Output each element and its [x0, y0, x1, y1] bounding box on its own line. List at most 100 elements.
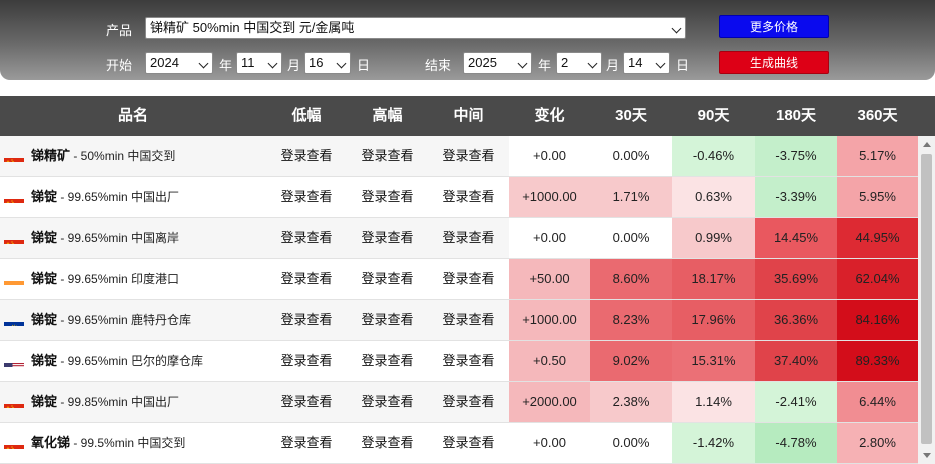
product-name-cell[interactable]: 氧化锑 - 99.5%min 中国交到	[0, 423, 262, 463]
header-360d: 360天	[857, 107, 898, 124]
product-spec: - 99.5%min 中国交到	[70, 436, 186, 450]
product-spec: - 99.85%min 中国出厂	[57, 395, 180, 409]
login-to-view-link[interactable]: 登录查看	[266, 300, 347, 340]
login-to-view-link[interactable]: 登录查看	[347, 300, 428, 340]
us-flag-icon	[4, 353, 24, 367]
china-flag-icon	[4, 435, 24, 449]
product-name: 锑精矿	[31, 148, 71, 163]
login-to-view-link[interactable]: 登录查看	[266, 218, 347, 258]
pct-180d-value: -4.78%	[755, 423, 837, 463]
pct-360d-value: 62.04%	[837, 259, 918, 299]
login-to-view-link[interactable]: 登录查看	[428, 218, 509, 258]
login-to-view-link[interactable]: 登录查看	[347, 341, 428, 381]
login-to-view-link[interactable]: 登录查看	[347, 177, 428, 217]
pct-90d-value: 15.31%	[672, 341, 755, 381]
pct-360d-value: 84.16%	[837, 300, 918, 340]
product-select[interactable]: 锑精矿 50%min 中国交到 元/金属吨	[145, 17, 686, 39]
product-name: 锑锭	[31, 353, 58, 368]
product-name: 锑锭	[31, 189, 58, 204]
product-name-cell[interactable]: 锑锭 - 99.65%min 中国出厂	[0, 177, 262, 217]
change-value: +0.50	[509, 341, 590, 381]
pct-30d-value: 2.38%	[590, 382, 672, 422]
login-to-view-link[interactable]: 登录查看	[428, 136, 509, 176]
start-day-select[interactable]: 16	[304, 52, 351, 74]
scrollbar[interactable]	[918, 136, 935, 464]
pct-180d-value: 37.40%	[755, 341, 837, 381]
scroll-down-icon[interactable]	[918, 448, 935, 464]
change-value: +1000.00	[509, 177, 590, 217]
more-prices-button[interactable]: 更多价格	[719, 15, 829, 38]
product-name-cell[interactable]: 锑锭 - 99.85%min 中国出厂	[0, 382, 262, 422]
china-flag-icon	[4, 394, 24, 408]
start-year-select[interactable]: 2024	[145, 52, 213, 74]
header-name: 品名	[117, 107, 148, 124]
table-row: 锑锭 - 99.65%min 巴尔的摩仓库 登录查看 登录查看 登录查看 +0.50 9.…	[0, 341, 918, 382]
header-90d: 90天	[697, 107, 730, 124]
product-spec: - 99.65%min 巴尔的摩仓库	[57, 354, 204, 368]
login-to-view-link[interactable]: 登录查看	[266, 341, 347, 381]
india-flag-icon	[4, 271, 24, 285]
table-header: 品名 低幅 高幅 中间 变化 30天 90天 180天 360天	[0, 96, 935, 136]
login-to-view-link[interactable]: 登录查看	[347, 136, 428, 176]
table-row: 氧化锑 - 99.5%min 中国交到 登录查看 登录查看 登录查看 +0.00 0.00…	[0, 423, 918, 464]
pct-360d-value: 89.33%	[837, 341, 918, 381]
pct-90d-value: 18.17%	[672, 259, 755, 299]
end-year-select[interactable]: 2025	[463, 52, 532, 74]
product-name-cell[interactable]: 锑精矿 - 50%min 中国交到	[0, 136, 262, 176]
login-to-view-link[interactable]: 登录查看	[266, 136, 347, 176]
end-day-select[interactable]: 14	[623, 52, 670, 74]
header-low: 低幅	[291, 107, 322, 124]
scrollbar-thumb[interactable]	[921, 154, 932, 444]
login-to-view-link[interactable]: 登录查看	[347, 423, 428, 463]
login-to-view-link[interactable]: 登录查看	[266, 423, 347, 463]
product-name-cell[interactable]: 锑锭 - 99.65%min 鹿特丹仓库	[0, 300, 262, 340]
login-to-view-link[interactable]: 登录查看	[428, 382, 509, 422]
generate-chart-button[interactable]: 生成曲线	[719, 51, 829, 74]
login-to-view-link[interactable]: 登录查看	[347, 382, 428, 422]
pct-30d-value: 0.00%	[590, 423, 672, 463]
login-to-view-link[interactable]: 登录查看	[347, 218, 428, 258]
product-name-cell[interactable]: 锑锭 - 99.65%min 巴尔的摩仓库	[0, 341, 262, 381]
login-to-view-link[interactable]: 登录查看	[428, 300, 509, 340]
month-unit-label: 月	[287, 58, 301, 73]
login-to-view-link[interactable]: 登录查看	[266, 382, 347, 422]
chevron-down-icon	[671, 23, 682, 34]
change-value: +1000.00	[509, 300, 590, 340]
pct-180d-value: -2.41%	[755, 382, 837, 422]
header-180d: 180天	[775, 107, 817, 124]
pct-90d-value: 1.14%	[672, 382, 755, 422]
year-unit-label: 年	[219, 58, 233, 73]
login-to-view-link[interactable]: 登录查看	[428, 341, 509, 381]
pct-90d-value: 0.99%	[672, 218, 755, 258]
header-mid: 中间	[453, 107, 484, 124]
header-high: 高幅	[372, 107, 403, 124]
product-name-cell[interactable]: 锑锭 - 99.65%min 中国离岸	[0, 218, 262, 258]
scroll-up-icon[interactable]	[918, 136, 935, 152]
pct-180d-value: 35.69%	[755, 259, 837, 299]
product-name: 锑锭	[31, 271, 58, 286]
product-name-cell[interactable]: 锑锭 - 99.65%min 印度港口	[0, 259, 262, 299]
product-name: 锑锭	[31, 312, 58, 327]
login-to-view-link[interactable]: 登录查看	[266, 177, 347, 217]
china-flag-icon	[4, 230, 24, 244]
login-to-view-link[interactable]: 登录查看	[428, 423, 509, 463]
year-unit-label: 年	[538, 58, 552, 73]
chevron-down-icon	[198, 58, 209, 69]
login-to-view-link[interactable]: 登录查看	[266, 259, 347, 299]
login-to-view-link[interactable]: 登录查看	[347, 259, 428, 299]
china-flag-icon	[4, 189, 24, 203]
login-to-view-link[interactable]: 登录查看	[428, 259, 509, 299]
end-year-value: 2025	[468, 55, 497, 70]
change-value: +0.00	[509, 218, 590, 258]
product-spec: - 99.65%min 中国出厂	[57, 190, 180, 204]
pct-360d-value: 5.17%	[837, 136, 918, 176]
pct-360d-value: 2.80%	[837, 423, 918, 463]
pct-90d-value: 0.63%	[672, 177, 755, 217]
pct-180d-value: 14.45%	[755, 218, 837, 258]
end-month-select[interactable]: 2	[556, 52, 602, 74]
pct-360d-value: 5.95%	[837, 177, 918, 217]
pct-180d-value: -3.75%	[755, 136, 837, 176]
end-label: 结束	[425, 58, 452, 73]
login-to-view-link[interactable]: 登录查看	[428, 177, 509, 217]
start-month-select[interactable]: 11	[236, 52, 282, 74]
